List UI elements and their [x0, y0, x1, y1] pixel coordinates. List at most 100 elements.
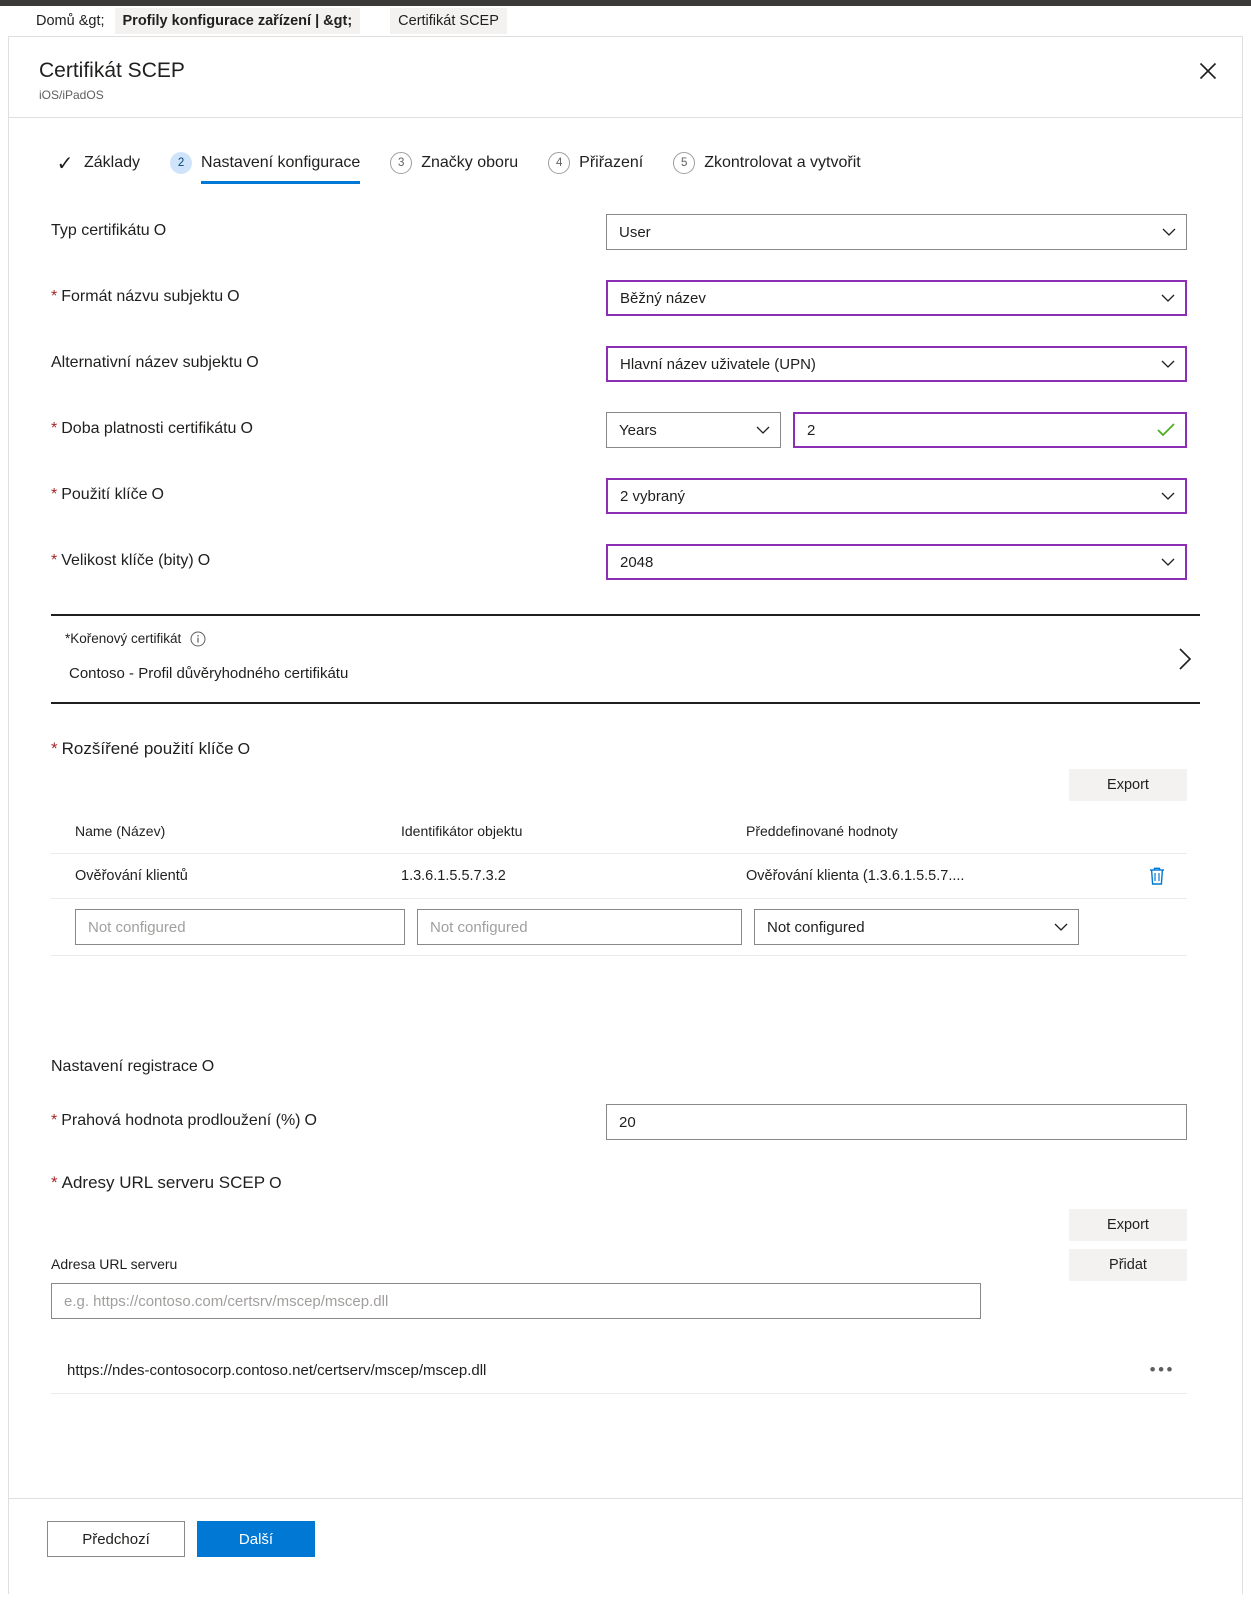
cell-predefined-values: Ověřování klienta (1.3.6.1.5.5.7.... [746, 868, 965, 884]
eku-table: Name (Název) Identifikátor objektu Předd… [51, 823, 1187, 956]
required-asterisk: * [51, 288, 58, 305]
root-certificate-selector[interactable]: *Kořenový certifikát Contoso - Profil dů… [51, 614, 1200, 704]
column-header-name: Name (Název) [75, 823, 166, 839]
chevron-down-icon [1161, 294, 1175, 303]
field-label: * Formát názvu subjektu O [51, 280, 606, 308]
column-header-predefined-values: Předdefinované hodnoty [746, 823, 898, 839]
scep-urls-add-button[interactable]: Přidat [1069, 1249, 1187, 1281]
input-value: 2 [807, 421, 816, 439]
selected-value: 2048 [620, 553, 654, 571]
breadcrumb-item-home[interactable]: Domů &gt; [30, 8, 115, 34]
check-icon: ✓ [56, 152, 74, 175]
chevron-right-icon [1178, 647, 1192, 671]
wizard-step-configuration-settings[interactable]: 2 Nastavení konfigurace [170, 152, 361, 184]
step-number-badge: 4 [548, 152, 571, 174]
label-text: Typ certifikátu [51, 222, 150, 239]
label-text: Použití klíče [61, 486, 148, 503]
eku-toolbar: Export [51, 769, 1187, 801]
subject-alternative-name-dropdown[interactable]: Hlavní název uživatele (UPN) [606, 346, 1187, 382]
scep-url-value: https://ndes-contosocorp.contoso.net/cer… [67, 1361, 487, 1379]
required-asterisk: * [51, 1173, 58, 1192]
info-icon[interactable]: O [238, 741, 250, 758]
key-size-dropdown[interactable]: 2048 [606, 544, 1187, 580]
subject-name-format-dropdown[interactable]: Běžný název [606, 280, 1187, 316]
wizard-step-label: Zkontrolovat a vytvořit [704, 154, 861, 171]
required-asterisk: * [51, 420, 58, 437]
selected-value: Běžný název [620, 289, 706, 307]
info-icon[interactable]: O [240, 420, 252, 437]
info-icon[interactable]: O [305, 1112, 317, 1129]
wizard-step-label: Nastavení konfigurace [201, 154, 361, 171]
chevron-down-icon [1161, 360, 1175, 369]
scep-urls-export-button[interactable]: Export [1069, 1209, 1187, 1241]
server-url-input[interactable]: e.g. https://contoso.com/certsrv/mscep/m… [51, 1283, 981, 1319]
breadcrumb-item-scep-certificate[interactable]: Certifikát SCEP [390, 8, 507, 34]
breadcrumb: Domů &gt; Profily konfigurace zařízení |… [0, 6, 1251, 36]
field-control: 2048 [606, 544, 1187, 580]
close-button[interactable] [1192, 55, 1224, 87]
field-renewal-threshold: * Prahová hodnota prodloužení (%) O 20 [51, 1104, 1187, 1140]
trash-icon[interactable] [1148, 866, 1166, 886]
field-control: Běžný název [606, 280, 1187, 316]
input-placeholder: Not configured [88, 918, 186, 936]
wizard-step-review-create[interactable]: 5 Zkontrolovat a vytvořit [673, 152, 861, 184]
heading-text: Adresy URL serveru SCEP [61, 1173, 266, 1192]
info-circle-icon[interactable] [190, 631, 206, 647]
info-icon[interactable]: O [152, 486, 164, 503]
info-icon[interactable]: O [154, 222, 166, 239]
blade-header: Certifikát SCEP iOS/iPadOS [9, 37, 1242, 118]
close-icon [1198, 61, 1218, 81]
selected-value: Hlavní název uživatele (UPN) [620, 355, 816, 373]
field-label: * Velikost klíče (bity) O [51, 544, 606, 572]
eku-new-oid-input[interactable]: Not configured [417, 909, 742, 945]
step-number-badge: 2 [170, 152, 193, 174]
next-button[interactable]: Další [197, 1521, 315, 1557]
configuration-form: Typ certifikátu O User * Formát názvu su… [9, 214, 1242, 580]
input-value: 20 [619, 1113, 636, 1131]
field-label: Typ certifikátu O [51, 214, 606, 242]
field-certificate-type: Typ certifikátu O User [51, 214, 1187, 250]
field-certificate-validity-period: * Doba platnosti certifikátu O Years 2 [51, 412, 1187, 448]
field-label: * Doba platnosti certifikátu O [51, 412, 606, 440]
required-asterisk: * [51, 552, 58, 569]
required-asterisk: * [51, 486, 58, 503]
key-usage-dropdown[interactable]: 2 vybraný [606, 478, 1187, 514]
scep-urls-toolbar: Export [51, 1209, 1187, 1241]
renewal-threshold-input[interactable]: 20 [606, 1104, 1187, 1140]
scep-certificate-blade: Certifikát SCEP iOS/iPadOS ✓ Základy 2 N… [8, 36, 1243, 1594]
wizard-step-scope-tags[interactable]: 3 Značky oboru [390, 152, 518, 184]
label-text: Prahová hodnota prodloužení (%) [61, 1112, 301, 1129]
eku-export-button[interactable]: Export [1069, 769, 1187, 801]
certificate-type-dropdown[interactable]: User [606, 214, 1187, 250]
previous-button[interactable]: Předchozí [47, 1521, 185, 1557]
field-key-usage: * Použití klíče O 2 vybraný [51, 478, 1187, 514]
info-icon[interactable]: O [202, 1058, 214, 1075]
validity-period-unit-dropdown[interactable]: Years [606, 412, 781, 448]
input-placeholder: Not configured [767, 918, 865, 936]
valid-check-icon [1157, 423, 1175, 437]
info-icon[interactable]: O [227, 288, 239, 305]
ellipsis-icon[interactable]: ••• [1150, 1360, 1187, 1380]
validity-period-amount-input[interactable]: 2 [793, 412, 1187, 448]
heading-text: Rozšířené použití klíče [61, 739, 234, 758]
page-title: Certifikát SCEP [39, 59, 185, 82]
wizard-step-assignments[interactable]: 4 Přiřazení [548, 152, 643, 184]
table-row: Ověřování klientů 1.3.6.1.5.5.7.3.2 Ověř… [51, 853, 1187, 899]
label-text: Alternativní název subjektu [51, 354, 243, 371]
scep-urls-add-bar: Přidat [1069, 1249, 1187, 1281]
eku-new-predefined-dropdown[interactable]: Not configured [754, 909, 1079, 945]
wizard-steps: ✓ Základy 2 Nastavení konfigurace 3 Znač… [9, 118, 1242, 184]
chevron-down-icon [1161, 492, 1175, 501]
field-control: User [606, 214, 1187, 250]
breadcrumb-item-device-config-profiles[interactable]: Profily konfigurace zařízení | &gt; [114, 8, 361, 34]
wizard-step-basics[interactable]: ✓ Základy [53, 152, 140, 184]
eku-table-header: Name (Název) Identifikátor objektu Předd… [51, 823, 1187, 853]
root-certificate-value: Contoso - Profil důvěryhodného certifiká… [69, 665, 349, 682]
info-icon[interactable]: O [198, 552, 210, 569]
heading-text: Nastavení registrace [51, 1058, 198, 1075]
info-icon[interactable]: O [246, 354, 258, 371]
selected-value: User [619, 223, 651, 241]
step-number-badge: 3 [390, 152, 413, 174]
info-icon[interactable]: O [269, 1175, 281, 1192]
eku-new-name-input[interactable]: Not configured [75, 909, 405, 945]
